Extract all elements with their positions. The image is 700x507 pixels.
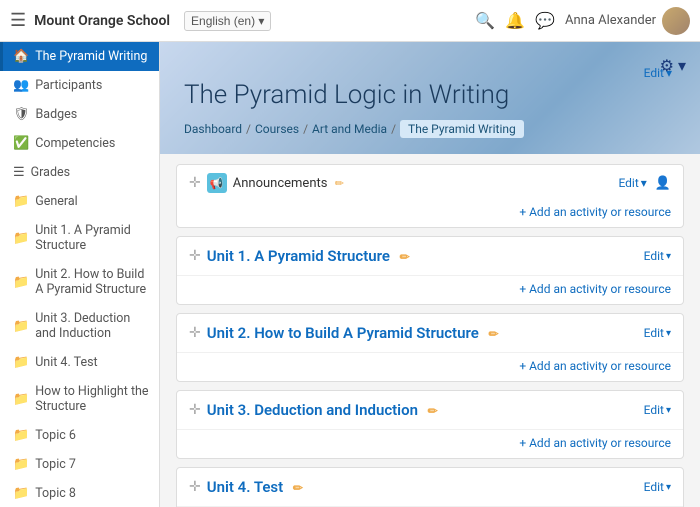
breadcrumb-art-media[interactable]: Art and Media [312, 122, 387, 136]
announcements-section: ✛ 📢 Announcements ✏ Edit ▾ 👤 + Add an ac… [176, 164, 684, 228]
section-add-resource-unit2[interactable]: + Add an activity or resource [519, 359, 671, 373]
section-add-resource-unit3[interactable]: + Add an activity or resource [519, 436, 671, 450]
main-layout: 🏠 The Pyramid Writing 👥 Participants 🛡 Badges… [0, 42, 700, 507]
hero-section: Edit ▾ The Pyramid Logic in Writing Dash… [160, 42, 700, 154]
sidebar-icon-unit4: 📁 [13, 355, 29, 370]
sidebar-label-topic7: Topic 7 [35, 457, 76, 472]
sidebar-label-unit2: Unit 2. How to Build A Pyramid Structure [35, 267, 149, 297]
sections-container: ✛ Unit 1. A Pyramid Structure ✏ Edit ▾ +… [176, 236, 684, 507]
hamburger-menu[interactable]: ☰ [10, 10, 26, 31]
section-unit2: ✛ Unit 2. How to Build A Pyramid Structu… [176, 313, 684, 382]
sidebar-label-general: General [35, 194, 78, 209]
search-icon[interactable]: 🔍 [475, 11, 495, 30]
sidebar-icon-badges: 🛡 [13, 107, 30, 122]
sidebar-icon-pyramid-writing: 🏠 [13, 49, 29, 64]
site-title: Mount Orange School [34, 13, 170, 29]
sidebar-item-unit2[interactable]: 📁 Unit 2. How to Build A Pyramid Structur… [0, 260, 159, 304]
sidebar-item-competencies[interactable]: ✅ Competencies [0, 129, 159, 158]
sidebar-icon-general: 📁 [13, 194, 29, 209]
sidebar-icon-topic8: 📁 [13, 486, 29, 501]
breadcrumb: Dashboard / Courses / Art and Media / Th… [184, 120, 676, 138]
sidebar-item-topic6[interactable]: 📁 Topic 6 [0, 421, 159, 450]
section-pencil-icon-unit2[interactable]: ✏ [489, 327, 499, 341]
breadcrumb-dashboard[interactable]: Dashboard [184, 122, 242, 136]
settings-gear-icon[interactable]: ⚙ ▾ [660, 56, 686, 75]
section-title-unit2: Unit 2. How to Build A Pyramid Structure… [207, 324, 644, 342]
sidebar-item-participants[interactable]: 👥 Participants [0, 71, 159, 100]
sidebar-item-general[interactable]: 📁 General [0, 187, 159, 216]
topnav-icons: 🔍 🔔 💬 Anna Alexander [475, 7, 690, 35]
sidebar-item-badges[interactable]: 🛡 Badges [0, 100, 159, 129]
breadcrumb-courses[interactable]: Courses [255, 122, 299, 136]
sidebar-icon-competencies: ✅ [13, 136, 29, 151]
sidebar-icon-topic7: 📁 [13, 457, 29, 472]
sidebar-label-topic6: Topic 6 [35, 428, 76, 443]
sidebar-icon-unit2: 📁 [13, 275, 29, 290]
section-edit-button-unit4[interactable]: Edit ▾ [644, 480, 671, 494]
section-unit3: ✛ Unit 3. Deduction and Induction ✏ Edit… [176, 390, 684, 459]
username-label: Anna Alexander [565, 13, 656, 28]
sidebar-label-unit1: Unit 1. A Pyramid Structure [35, 223, 149, 253]
main-content: Edit ▾ The Pyramid Logic in Writing Dash… [160, 42, 700, 507]
page-title: The Pyramid Logic in Writing [184, 80, 676, 110]
topnav: ☰ Mount Orange School English (en) ▾ 🔍 🔔… [0, 0, 700, 42]
breadcrumb-current: The Pyramid Writing [400, 120, 524, 138]
section-pencil-icon-unit1[interactable]: ✏ [400, 250, 410, 264]
bell-icon[interactable]: 🔔 [505, 11, 525, 30]
section-unit4: ✛ Unit 4. Test ✏ Edit ▾ 📝 Unit Test + Ad… [176, 467, 684, 507]
sidebar-label-grades: Grades [31, 165, 70, 180]
sidebar-label-badges: Badges [36, 107, 78, 122]
sidebar-icon-grades: ☰ [13, 165, 25, 180]
sidebar-item-pyramid-writing[interactable]: 🏠 The Pyramid Writing [0, 42, 159, 71]
section-pencil-icon-unit3[interactable]: ✏ [428, 404, 438, 418]
sidebar-icon-unit1: 📁 [13, 231, 29, 246]
announcements-edit-pencil-icon[interactable]: ✏ [335, 177, 344, 190]
avatar [662, 7, 690, 35]
section-unit1: ✛ Unit 1. A Pyramid Structure ✏ Edit ▾ +… [176, 236, 684, 305]
section-edit-button-unit2[interactable]: Edit ▾ [644, 326, 671, 340]
sidebar-label-participants: Participants [35, 78, 102, 93]
language-selector[interactable]: English (en) ▾ [184, 11, 271, 31]
sidebar-label-unit3: Unit 3. Deduction and Induction [35, 311, 149, 341]
sidebar-item-topic8[interactable]: 📁 Topic 8 [0, 479, 159, 507]
sidebar-icon-highlight: 📁 [13, 392, 29, 407]
announcements-icon: 📢 [207, 173, 227, 193]
drag-handle[interactable]: ✛ [189, 175, 201, 191]
sidebar-item-unit4[interactable]: 📁 Unit 4. Test [0, 348, 159, 377]
announcements-title: Announcements ✏ [233, 176, 619, 191]
chat-icon[interactable]: 💬 [535, 11, 555, 30]
sidebar-icon-participants: 👥 [13, 78, 29, 93]
sidebar-icon-unit3: 📁 [13, 319, 29, 334]
sidebar-item-highlight[interactable]: 📁 How to Highlight the Structure [0, 377, 159, 421]
announcements-add-resource[interactable]: + Add an activity or resource [519, 205, 671, 219]
sidebar-item-grades[interactable]: ☰ Grades [0, 158, 159, 187]
section-add-resource-unit1[interactable]: + Add an activity or resource [519, 282, 671, 296]
sidebar-label-topic8: Topic 8 [35, 486, 76, 501]
section-title-unit3: Unit 3. Deduction and Induction ✏ [207, 401, 644, 419]
drag-handle-unit4[interactable]: ✛ [189, 479, 201, 495]
sidebar-item-unit1[interactable]: 📁 Unit 1. A Pyramid Structure [0, 216, 159, 260]
sidebar-item-unit3[interactable]: 📁 Unit 3. Deduction and Induction [0, 304, 159, 348]
drag-handle-unit1[interactable]: ✛ [189, 248, 201, 264]
sidebar-label-pyramid-writing: The Pyramid Writing [35, 49, 147, 64]
section-pencil-icon-unit4[interactable]: ✏ [293, 481, 303, 495]
sidebar: 🏠 The Pyramid Writing 👥 Participants 🛡 Badges… [0, 42, 160, 507]
section-edit-button-unit1[interactable]: Edit ▾ [644, 249, 671, 263]
section-title-unit4: Unit 4. Test ✏ [207, 478, 644, 496]
drag-handle-unit2[interactable]: ✛ [189, 325, 201, 341]
drag-handle-unit3[interactable]: ✛ [189, 402, 201, 418]
sidebar-label-competencies: Competencies [35, 136, 115, 151]
sidebar-label-unit4: Unit 4. Test [35, 355, 97, 370]
section-title-unit1: Unit 1. A Pyramid Structure ✏ [207, 247, 644, 265]
user-menu[interactable]: Anna Alexander [565, 7, 690, 35]
announcements-user-icon[interactable]: 👤 [655, 176, 671, 191]
sidebar-icon-topic6: 📁 [13, 428, 29, 443]
sidebar-label-highlight: How to Highlight the Structure [35, 384, 149, 414]
course-content: ✛ 📢 Announcements ✏ Edit ▾ 👤 + Add an ac… [160, 154, 700, 507]
section-edit-button-unit3[interactable]: Edit ▾ [644, 403, 671, 417]
sidebar-item-topic7[interactable]: 📁 Topic 7 [0, 450, 159, 479]
announcements-edit-button[interactable]: Edit ▾ [618, 176, 646, 190]
